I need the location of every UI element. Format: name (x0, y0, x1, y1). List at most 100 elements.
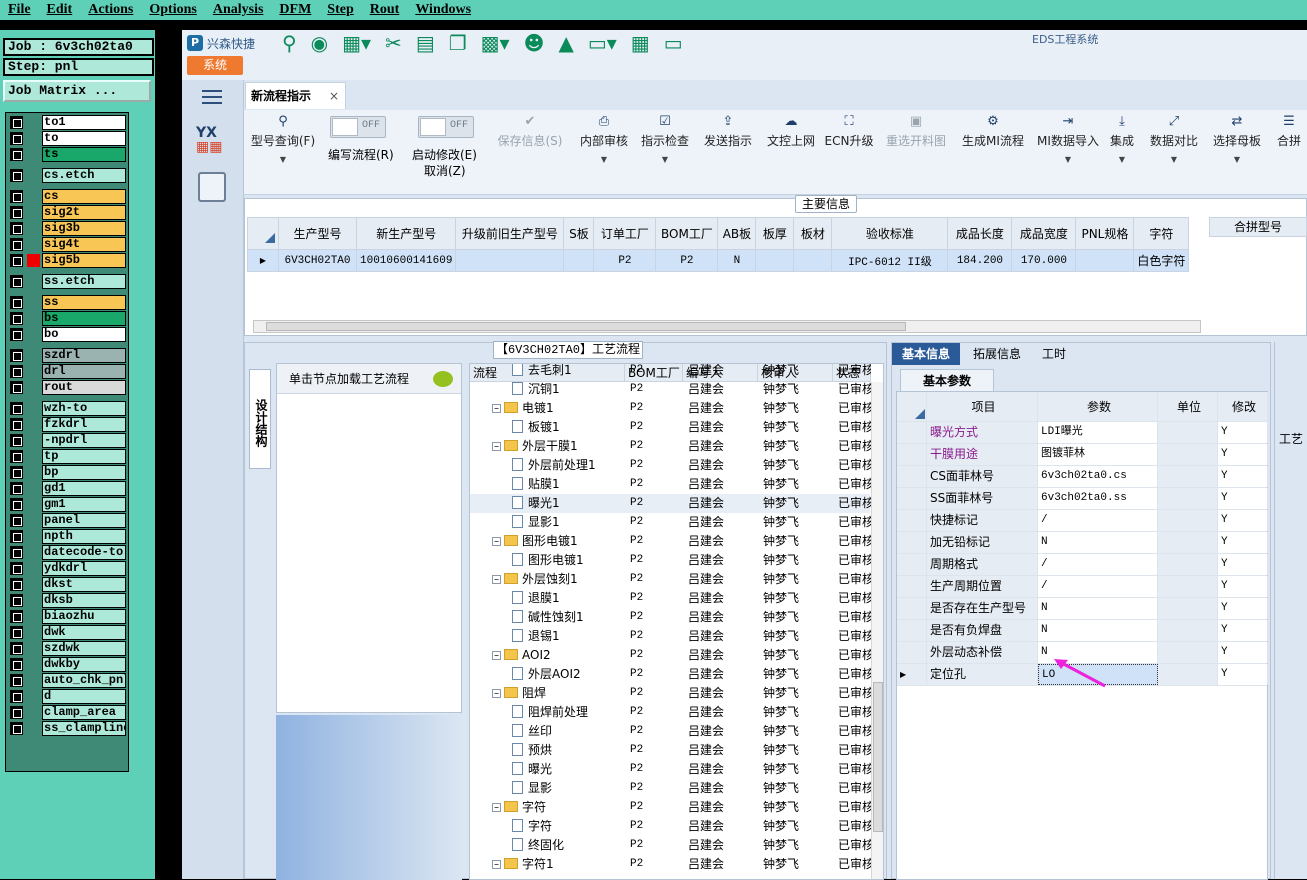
ribbon-button-shuffle[interactable]: ⇄ 选择母板 ▼ (1209, 110, 1265, 190)
param-col-header[interactable]: 参数 (1038, 392, 1158, 422)
layer-row[interactable]: sig4t (8, 237, 126, 252)
layer-row[interactable]: biaozhu (8, 609, 126, 624)
layer-checkbox[interactable] (10, 514, 23, 527)
layer-name[interactable]: auto_chk_pnl (42, 673, 126, 688)
layer-name[interactable]: ss (42, 295, 126, 310)
layer-row[interactable]: -npdrl (8, 433, 126, 448)
layer-row[interactable]: ss (8, 295, 126, 310)
layer-row[interactable]: to (8, 131, 126, 146)
layer-name[interactable]: ss.etch (42, 274, 126, 289)
ribbon-button-compare[interactable]: ⤢ 数据对比 ▼ (1147, 110, 1201, 190)
ribbon-button-ecn[interactable]: ⛶ ECN升级 (824, 110, 874, 190)
layer-checkbox[interactable] (10, 222, 23, 235)
layer-row[interactable]: sig3b (8, 221, 126, 236)
layer-checkbox[interactable] (10, 148, 23, 161)
layer-name[interactable]: gd1 (42, 481, 126, 496)
main-info-cell[interactable]: P2 (655, 249, 719, 272)
param-row[interactable]: 生产周期位置 / Y (897, 576, 1268, 598)
ribbon-button-checkbox[interactable]: ☑ 指示检查 ▼ (637, 110, 693, 190)
layer-checkbox[interactable] (10, 206, 23, 219)
layer-name[interactable]: bp (42, 465, 126, 480)
ribbon-button-printer[interactable]: ⎙ 内部审核 ▼ (576, 110, 632, 190)
main-info-cell[interactable]: P2 (593, 249, 657, 272)
param-col-header[interactable]: 单位 (1158, 392, 1218, 422)
layer-checkbox[interactable] (10, 365, 23, 378)
menu-step[interactable]: Step (319, 3, 361, 17)
main-info-cell[interactable]: 白色字符 (1133, 249, 1190, 272)
layer-row[interactable]: dwkby (8, 657, 126, 672)
process-tab[interactable]: 工艺 (1279, 430, 1303, 447)
param-unit-cell[interactable] (1158, 554, 1218, 575)
horizontal-scrollbar[interactable] (253, 320, 1201, 333)
layer-checkbox[interactable] (10, 116, 23, 129)
param-mod-cell[interactable]: Y (1218, 642, 1268, 663)
layer-checkbox[interactable] (10, 190, 23, 203)
param-param-cell[interactable]: LDI曝光 (1038, 422, 1158, 443)
param-row[interactable]: 曝光方式 LDI曝光 Y (897, 422, 1268, 444)
layer-checkbox[interactable] (10, 722, 23, 735)
tab-design-structure[interactable]: 设计结构 (249, 369, 271, 469)
layer-checkbox[interactable] (10, 434, 23, 447)
lifebuoy-icon[interactable]: ◉ (311, 31, 328, 55)
param-mod-cell[interactable]: Y (1218, 466, 1268, 487)
layer-name[interactable]: -npdrl (42, 433, 126, 448)
collapse-icon[interactable]: − (492, 651, 501, 660)
layer-checkbox[interactable] (10, 296, 23, 309)
layer-checkbox[interactable] (10, 626, 23, 639)
tab-work-hours[interactable]: 工时 (1034, 343, 1074, 365)
param-mod-cell[interactable]: Y (1218, 664, 1268, 685)
ribbon-button-upload[interactable]: ⇪ 发送指示 (700, 110, 756, 190)
system-tab[interactable]: 系统 (187, 56, 243, 75)
layer-name[interactable]: sig5b (42, 253, 126, 268)
param-param-cell[interactable]: N (1038, 598, 1158, 619)
param-col-header[interactable]: 修改 (1218, 392, 1268, 422)
param-row[interactable]: SS面菲林号 6v3ch02ta0.ss Y (897, 488, 1268, 510)
layer-name[interactable]: to1 (42, 115, 126, 130)
layer-row[interactable]: cs.etch (8, 168, 126, 183)
grid-icon[interactable]: ▩▾ (481, 31, 510, 55)
layer-checkbox[interactable] (10, 402, 23, 415)
main-info-cell[interactable] (563, 249, 595, 272)
menu-analysis[interactable]: Analysis (205, 3, 272, 17)
ribbon-button-list[interactable]: ☰ 合拼 (1269, 110, 1307, 190)
layer-name[interactable]: npth (42, 529, 126, 544)
main-info-cell[interactable]: 6V3CH02TA0 (278, 249, 357, 272)
main-info-cell[interactable] (755, 249, 795, 272)
flow-tree-row[interactable]: 外层AOI2 P2 吕建会 钟梦飞 已审核 (470, 665, 871, 684)
main-info-col-header[interactable]: PNL规格 (1075, 217, 1135, 250)
layer-name[interactable]: ts (42, 147, 126, 162)
search-icon[interactable]: ⚲ (282, 31, 297, 55)
param-col-header[interactable]: 项目 (927, 392, 1038, 422)
main-info-col-header[interactable]: 成品长度 (947, 217, 1013, 250)
layer-row[interactable]: bo (8, 327, 126, 342)
layer-checkbox[interactable] (10, 132, 23, 145)
flow-tree-row[interactable]: − 外层干膜1 P2 吕建会 钟梦飞 已审核 (470, 437, 871, 456)
flow-tree-row[interactable]: 显影1 P2 吕建会 钟梦飞 已审核 (470, 513, 871, 532)
main-info-col-header[interactable]: 升级前旧生产型号 (455, 217, 565, 250)
layer-checkbox[interactable] (10, 578, 23, 591)
cancel-button[interactable]: 取消(Z) (424, 162, 466, 179)
layer-row[interactable]: panel (8, 513, 126, 528)
layer-row[interactable]: cs (8, 189, 126, 204)
flow-tree-row[interactable]: − 阻焊 P2 吕建会 钟梦飞 已审核 (470, 684, 871, 703)
layer-checkbox[interactable] (10, 546, 23, 559)
param-unit-cell[interactable] (1158, 422, 1218, 443)
main-info-col-header[interactable]: 板厚 (755, 217, 795, 250)
layer-row[interactable]: fzkdrl (8, 417, 126, 432)
layer-row[interactable]: dksb (8, 593, 126, 608)
ribbon-button-import[interactable]: ⇥ MI数据导入 ▼ (1035, 110, 1101, 190)
layer-name[interactable]: biaozhu (42, 609, 126, 624)
main-info-col-header[interactable]: 订单工厂 (593, 217, 657, 250)
flow-tree-row[interactable]: − 外层蚀刻1 P2 吕建会 钟梦飞 已审核 (470, 570, 871, 589)
param-unit-cell[interactable] (1158, 510, 1218, 531)
param-mod-cell[interactable]: Y (1218, 422, 1268, 443)
flow-tree-row[interactable]: 预烘 P2 吕建会 钟梦飞 已审核 (470, 741, 871, 760)
menu-windows[interactable]: Windows (407, 3, 479, 17)
layer-checkbox[interactable] (10, 530, 23, 543)
main-info-cell[interactable]: N (717, 249, 757, 272)
layer-name[interactable]: bs (42, 311, 126, 326)
layer-row[interactable]: tp (8, 449, 126, 464)
layer-row[interactable]: gd1 (8, 481, 126, 496)
layer-name[interactable]: dksb (42, 593, 126, 608)
menu-options[interactable]: Options (141, 3, 204, 17)
